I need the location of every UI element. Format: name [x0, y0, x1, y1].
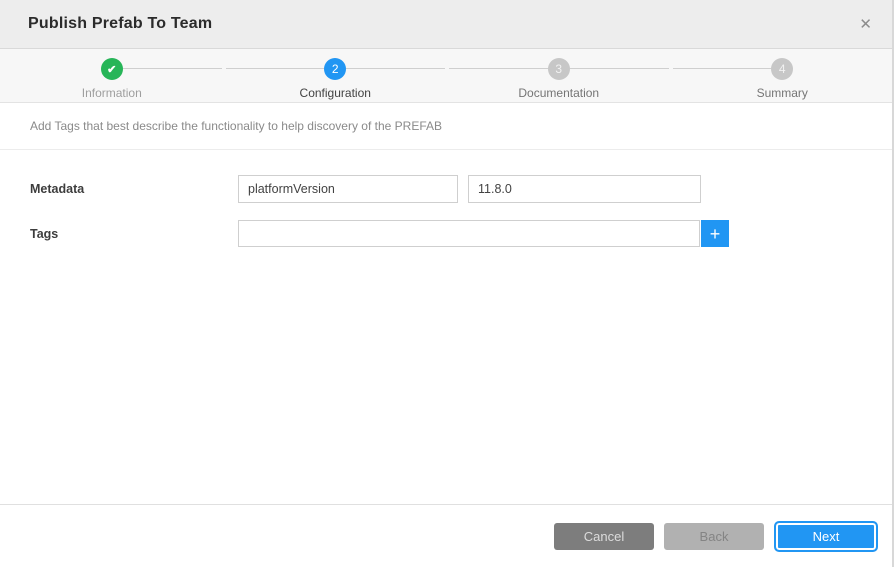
step-connector — [226, 68, 325, 69]
dialog-footer: Cancel Back Next — [0, 504, 894, 567]
metadata-key-input[interactable] — [238, 175, 458, 203]
dialog-title: Publish Prefab To Team — [28, 15, 212, 33]
close-icon[interactable]: ✕ — [855, 13, 876, 36]
step-label: Summary — [757, 86, 808, 100]
step-information[interactable]: ✔ Information — [0, 58, 224, 102]
metadata-value-input[interactable] — [468, 175, 701, 203]
publish-prefab-dialog: Publish Prefab To Team ✕ ✔ Information 2… — [0, 0, 894, 567]
step-description-band: Add Tags that best describe the function… — [0, 103, 894, 150]
step-connector — [570, 68, 669, 69]
step-number-badge: 2 — [324, 58, 346, 80]
tags-input[interactable] — [238, 220, 700, 247]
configuration-form: Metadata Tags + — [0, 150, 894, 504]
step-connector — [449, 68, 548, 69]
step-number-badge: 3 — [548, 58, 570, 80]
next-button[interactable]: Next — [774, 521, 878, 552]
wizard-stepper: ✔ Information 2 Configuration 3 Document… — [0, 49, 894, 103]
step-connector — [346, 68, 445, 69]
check-icon: ✔ — [101, 58, 123, 80]
cancel-button[interactable]: Cancel — [554, 523, 654, 550]
tags-label: Tags — [30, 220, 238, 241]
tags-row: Tags + — [0, 220, 894, 247]
plus-icon: + — [710, 225, 721, 243]
step-label: Information — [82, 86, 142, 100]
step-connector — [673, 68, 772, 69]
step-number-badge: 4 — [771, 58, 793, 80]
step-label: Documentation — [518, 86, 599, 100]
step-label: Configuration — [300, 86, 371, 100]
step-summary[interactable]: 4 Summary — [671, 58, 894, 102]
step-connector — [123, 68, 222, 69]
metadata-label: Metadata — [30, 175, 238, 196]
back-button[interactable]: Back — [664, 523, 764, 550]
dialog-titlebar: Publish Prefab To Team ✕ — [0, 0, 894, 49]
metadata-row: Metadata — [0, 175, 894, 203]
step-documentation[interactable]: 3 Documentation — [447, 58, 671, 102]
step-description-text: Add Tags that best describe the function… — [30, 119, 442, 133]
step-configuration[interactable]: 2 Configuration — [224, 58, 448, 102]
add-tag-button[interactable]: + — [701, 220, 729, 247]
